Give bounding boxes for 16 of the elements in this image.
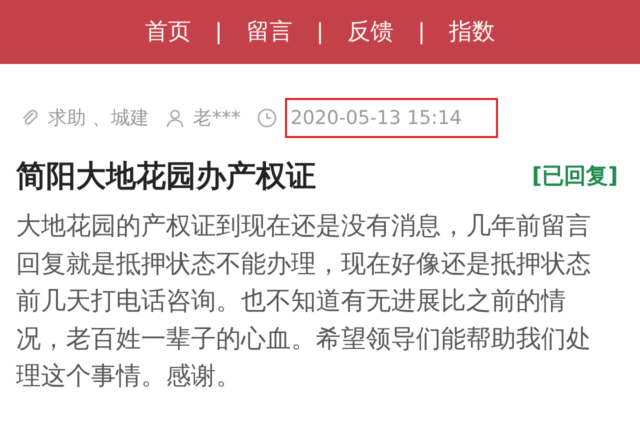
nav-link[interactable]: 首页 xyxy=(144,14,191,50)
post-title: 简阳大地花园办产权证 xyxy=(16,158,316,196)
nav-separator: | xyxy=(214,18,222,46)
nav-link[interactable]: 反馈 xyxy=(348,14,394,50)
post-date: 2020-05-13 15:14 xyxy=(284,98,498,138)
nav-link[interactable]: 指数 xyxy=(449,14,496,50)
paperclip-icon xyxy=(20,108,40,128)
status-label: [已回复] xyxy=(532,163,618,191)
post-body: 大地花园的产权证到现在还是没有消息，几年前留言回复就是抵押状态不能办理，现在好像还是抵押状态前几天打电话咨询。也不知道有无进展比之前的情况，老百姓一辈子的心血。希望领导们能帮助我们处理这个事情。感谢。 xyxy=(16,210,592,392)
nav-separator: | xyxy=(418,18,426,46)
category-text: 求助 、城建 xyxy=(48,106,150,131)
user-icon xyxy=(165,108,186,128)
author-name: 老*** xyxy=(193,106,241,131)
nav-separator: | xyxy=(316,18,324,46)
clock-icon xyxy=(256,108,277,128)
nav-link[interactable]: 留言 xyxy=(246,14,292,50)
